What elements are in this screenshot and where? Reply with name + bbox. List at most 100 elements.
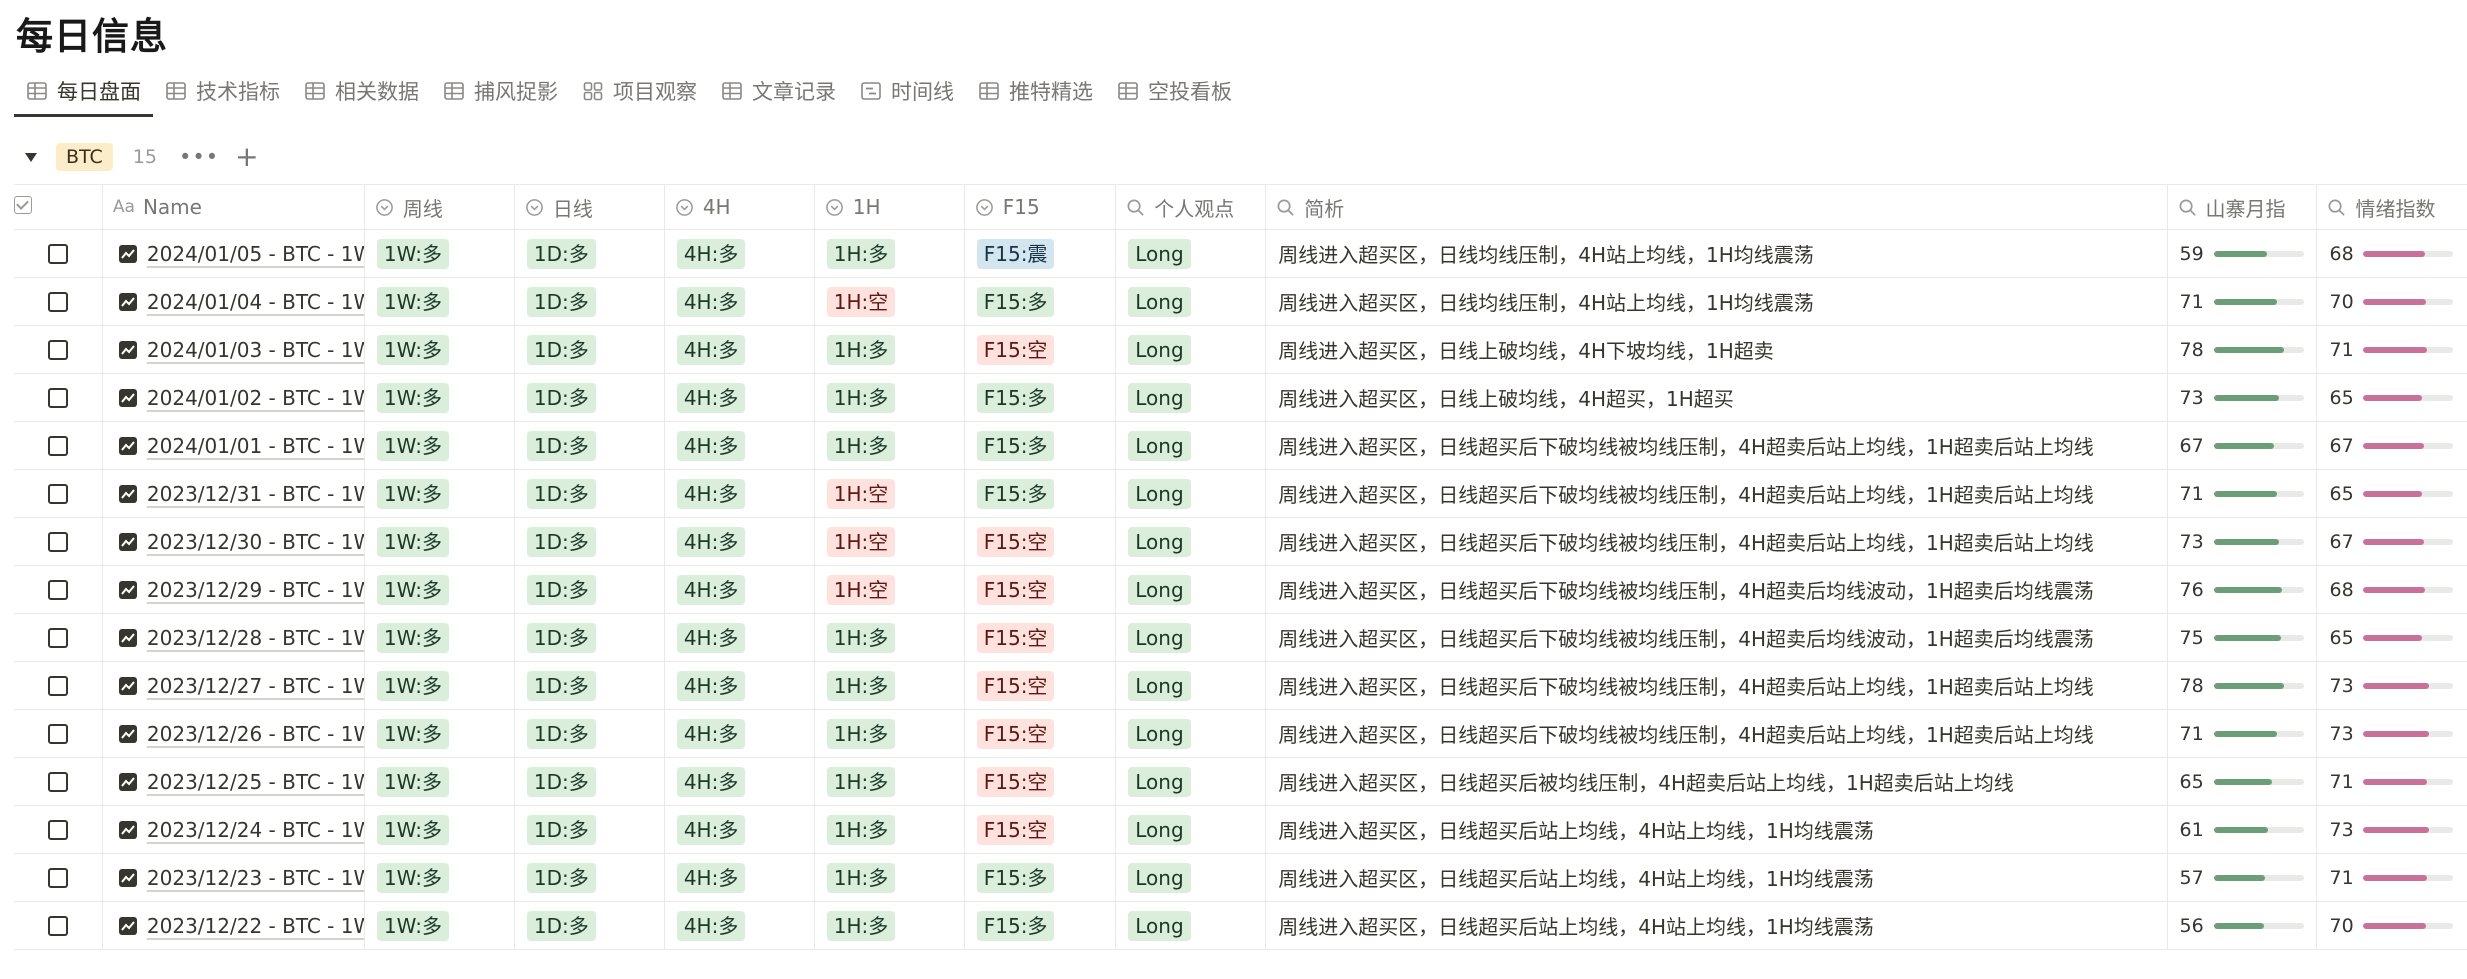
row-name[interactable]: 2023/12/27 - BTC - 1W: [147, 674, 364, 698]
daily-cell[interactable]: 1D:多: [514, 805, 665, 854]
daily-cell[interactable]: 1D:多: [514, 517, 665, 566]
weekly-cell[interactable]: 1W:多: [364, 517, 515, 566]
opinion-cell[interactable]: Long: [1115, 277, 1267, 326]
tab-4[interactable]: 捕风捉影: [431, 68, 570, 114]
sentiment-cell[interactable]: 65: [2316, 373, 2467, 422]
row-checkbox[interactable]: [47, 387, 68, 408]
analysis-cell[interactable]: 周线进入超买区，日线超买后下破均线被均线压制，4H超卖后站上均线，1H超卖后站上…: [1265, 709, 2168, 758]
tab-6[interactable]: 文章记录: [709, 68, 848, 114]
daily-cell[interactable]: 1D:多: [514, 565, 665, 614]
weekly-cell[interactable]: 1W:多: [364, 229, 515, 278]
h4-cell[interactable]: 4H:多: [664, 901, 815, 950]
h1-cell[interactable]: 1H:多: [814, 421, 965, 470]
weekly-cell[interactable]: 1W:多: [364, 805, 515, 854]
f15-cell[interactable]: F15:空: [964, 709, 1117, 758]
tab-9[interactable]: 空投看板: [1105, 68, 1244, 114]
opinion-cell[interactable]: Long: [1115, 517, 1267, 566]
name-cell[interactable]: 2023/12/31 - BTC - 1W: [102, 469, 365, 518]
row-name[interactable]: 2023/12/29 - BTC - 1W: [147, 578, 364, 602]
row-checkbox[interactable]: [47, 867, 68, 888]
sentiment-cell[interactable]: 67: [2316, 517, 2467, 566]
row-select-cell[interactable]: [14, 901, 103, 950]
analysis-cell[interactable]: 周线进入超买区，日线超买后站上均线，4H站上均线，1H均线震荡: [1265, 853, 2168, 902]
analysis-cell[interactable]: 周线进入超买区，日线上破均线，4H下坡均线，1H超卖: [1265, 325, 2168, 374]
analysis-cell[interactable]: 周线进入超买区，日线均线压制，4H站上均线，1H均线震荡: [1265, 229, 2168, 278]
name-cell[interactable]: 2024/01/01 - BTC - 1W: [102, 421, 365, 470]
row-name[interactable]: 2023/12/24 - BTC - 1W: [147, 818, 364, 842]
h1-cell[interactable]: 1H:多: [814, 901, 965, 950]
tab-5[interactable]: 项目观察: [570, 68, 709, 114]
row-checkbox[interactable]: [47, 291, 68, 312]
row-select-cell[interactable]: [14, 229, 103, 278]
f15-cell[interactable]: F15:空: [964, 325, 1117, 374]
row-checkbox[interactable]: [47, 579, 68, 600]
h4-cell[interactable]: 4H:多: [664, 613, 815, 662]
altcoin-cell[interactable]: 78: [2167, 661, 2318, 710]
analysis-cell[interactable]: 周线进入超买区，日线超买后下破均线被均线压制，4H超卖后均线波动，1H超卖后均线…: [1265, 565, 2168, 614]
altcoin-cell[interactable]: 73: [2167, 517, 2318, 566]
h1-cell[interactable]: 1H:多: [814, 325, 965, 374]
weekly-cell[interactable]: 1W:多: [364, 565, 515, 614]
daily-cell[interactable]: 1D:多: [514, 757, 665, 806]
row-select-cell[interactable]: [14, 853, 103, 902]
row-name[interactable]: 2023/12/23 - BTC - 1W: [147, 866, 364, 890]
weekly-cell[interactable]: 1W:多: [364, 709, 515, 758]
altcoin-cell[interactable]: 71: [2167, 709, 2318, 758]
row-checkbox[interactable]: [47, 435, 68, 456]
weekly-cell[interactable]: 1W:多: [364, 325, 515, 374]
sentiment-cell[interactable]: 70: [2316, 277, 2467, 326]
altcoin-cell[interactable]: 73: [2167, 373, 2318, 422]
tab-7[interactable]: 时间线: [848, 68, 966, 114]
name-cell[interactable]: 2023/12/26 - BTC - 1W: [102, 709, 365, 758]
altcoin-cell[interactable]: 59: [2167, 229, 2318, 278]
table-row[interactable]: 2023/12/29 - BTC - 1W 1W:多 1D:多 4H:多 1H:空 F15…: [14, 565, 2467, 614]
sentiment-cell[interactable]: 68: [2316, 565, 2467, 614]
f15-cell[interactable]: F15:多: [964, 277, 1117, 326]
h4-cell[interactable]: 4H:多: [664, 421, 815, 470]
opinion-cell[interactable]: Long: [1115, 757, 1267, 806]
h4-cell[interactable]: 4H:多: [664, 325, 815, 374]
row-name[interactable]: 2024/01/02 - BTC - 1W: [147, 386, 364, 410]
row-checkbox[interactable]: [47, 819, 68, 840]
sentiment-cell[interactable]: 71: [2316, 853, 2467, 902]
f15-cell[interactable]: F15:空: [964, 805, 1117, 854]
name-cell[interactable]: 2023/12/27 - BTC - 1W: [102, 661, 365, 710]
h4-cell[interactable]: 4H:多: [664, 661, 815, 710]
opinion-cell[interactable]: Long: [1115, 853, 1267, 902]
name-cell[interactable]: 2023/12/28 - BTC - 1W: [102, 613, 365, 662]
altcoin-cell[interactable]: 78: [2167, 325, 2318, 374]
sentiment-cell[interactable]: 68: [2316, 229, 2467, 278]
table-row[interactable]: 2023/12/31 - BTC - 1W 1W:多 1D:多 4H:多 1H:空 F15…: [14, 469, 2467, 518]
sentiment-cell[interactable]: 65: [2316, 613, 2467, 662]
column-header-daily[interactable]: 日线: [514, 184, 665, 230]
h1-cell[interactable]: 1H:多: [814, 709, 965, 758]
table-row[interactable]: 2023/12/26 - BTC - 1W 1W:多 1D:多 4H:多 1H:多 F15…: [14, 709, 2467, 758]
row-checkbox[interactable]: [47, 339, 68, 360]
h1-cell[interactable]: 1H:空: [814, 469, 965, 518]
row-name[interactable]: 2024/01/03 - BTC - 1W: [147, 338, 364, 362]
opinion-cell[interactable]: Long: [1115, 901, 1267, 950]
analysis-cell[interactable]: 周线进入超买区，日线超买后站上均线，4H站上均线，1H均线震荡: [1265, 901, 2168, 950]
analysis-cell[interactable]: 周线进入超买区，日线超买后下破均线被均线压制，4H超卖后站上均线，1H超卖后站上…: [1265, 469, 2168, 518]
h4-cell[interactable]: 4H:多: [664, 277, 815, 326]
altcoin-cell[interactable]: 65: [2167, 757, 2318, 806]
opinion-cell[interactable]: Long: [1115, 325, 1267, 374]
tab-1[interactable]: 每日盘面: [14, 68, 153, 117]
altcoin-cell[interactable]: 61: [2167, 805, 2318, 854]
f15-cell[interactable]: F15:多: [964, 901, 1117, 950]
opinion-cell[interactable]: Long: [1115, 421, 1267, 470]
column-header-1h[interactable]: 1H: [814, 184, 965, 230]
tab-2[interactable]: 技术指标: [153, 68, 292, 114]
name-cell[interactable]: 2023/12/24 - BTC - 1W: [102, 805, 365, 854]
daily-cell[interactable]: 1D:多: [514, 853, 665, 902]
h1-cell[interactable]: 1H:空: [814, 277, 965, 326]
table-row[interactable]: 2024/01/03 - BTC - 1W 1W:多 1D:多 4H:多 1H:多 F15…: [14, 325, 2467, 374]
row-checkbox[interactable]: [47, 915, 68, 936]
row-select-cell[interactable]: [14, 565, 103, 614]
table-row[interactable]: 2023/12/28 - BTC - 1W 1W:多 1D:多 4H:多 1H:多 F15…: [14, 613, 2467, 662]
column-header-4h[interactable]: 4H: [664, 184, 815, 230]
row-name[interactable]: 2023/12/31 - BTC - 1W: [147, 482, 364, 506]
row-select-cell[interactable]: [14, 613, 103, 662]
row-select-cell[interactable]: [14, 469, 103, 518]
table-row[interactable]: 2024/01/04 - BTC - 1W 1W:多 1D:多 4H:多 1H:空 F15…: [14, 277, 2467, 326]
